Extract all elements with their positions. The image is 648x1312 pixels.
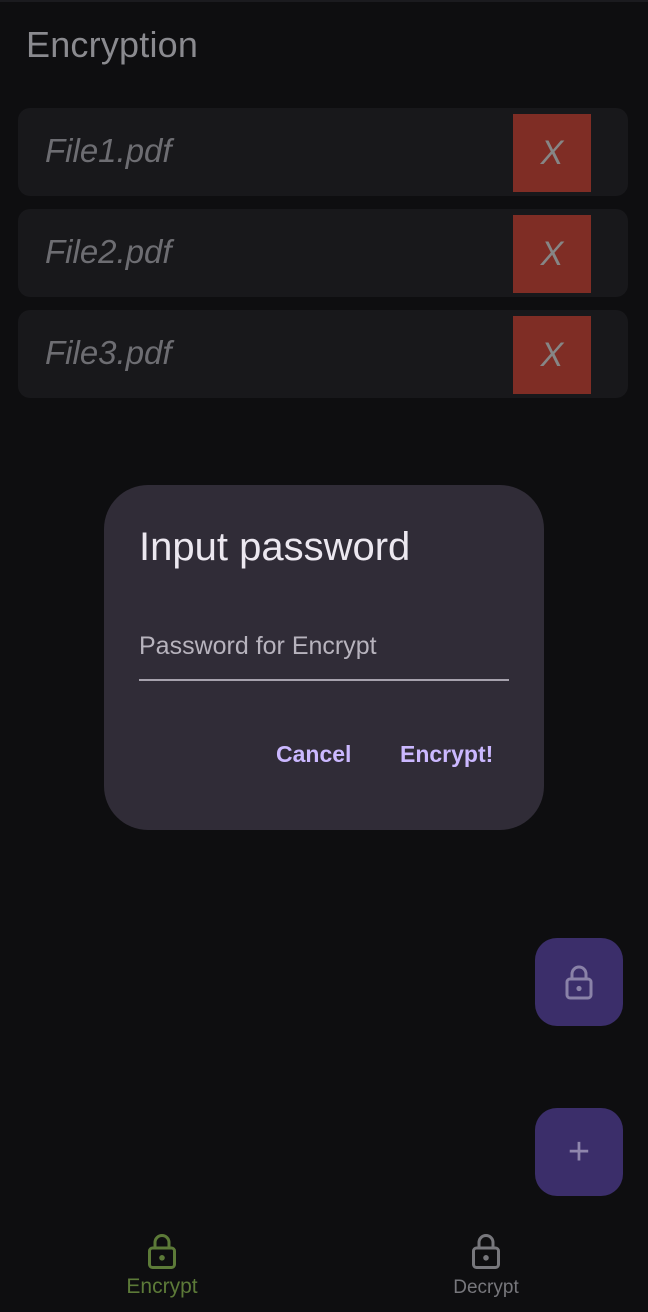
password-dialog: Input password Cancel Encrypt! (104, 485, 544, 830)
password-input[interactable] (139, 613, 509, 681)
lock-icon (148, 1234, 176, 1269)
nav-label: Encrypt (126, 1275, 198, 1298)
nav-item-decrypt[interactable]: Decrypt (324, 1218, 648, 1312)
dialog-title: Input password (139, 525, 411, 569)
cancel-button[interactable]: Cancel (268, 737, 359, 772)
lock-icon (472, 1234, 500, 1269)
bottom-navigation: Encrypt Decrypt (0, 1218, 648, 1312)
nav-label: Decrypt (453, 1277, 519, 1298)
encrypt-button[interactable]: Encrypt! (392, 737, 501, 772)
nav-item-encrypt[interactable]: Encrypt (0, 1218, 324, 1312)
encryption-screen: Encryption File1.pdf X File2.pdf X File3… (0, 0, 648, 1312)
